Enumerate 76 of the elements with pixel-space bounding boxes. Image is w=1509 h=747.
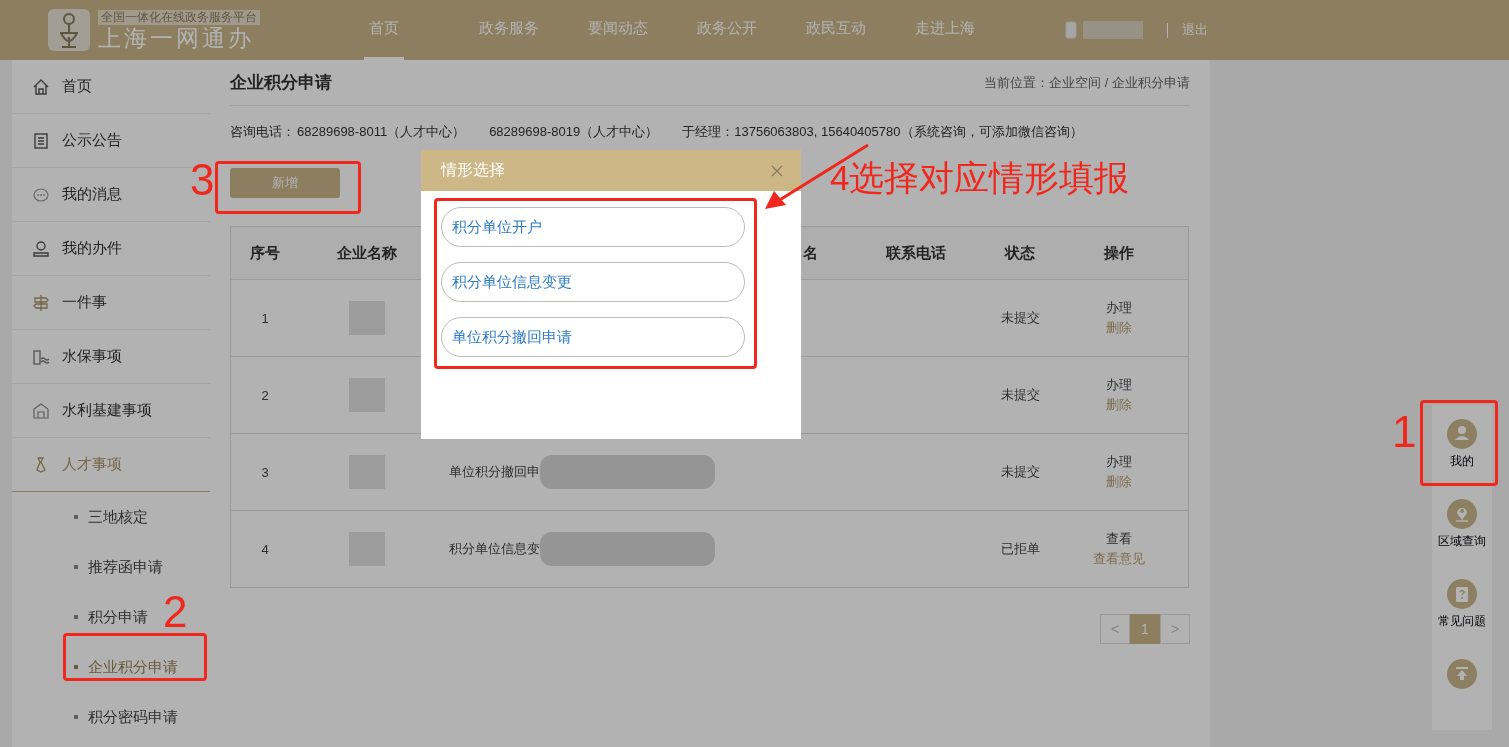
submenu-item[interactable]: 企业积分申请 [74, 642, 178, 692]
action-link[interactable]: 办理 [1106, 453, 1132, 471]
logo-icon [48, 9, 90, 51]
bullet-icon [74, 665, 78, 669]
back-to-top-icon[interactable] [1447, 659, 1477, 689]
table-cell-text: 未提交 [999, 309, 1041, 327]
contact-text: 咨询电话： [230, 123, 295, 141]
submenu-item[interactable]: 三地核定 [74, 492, 148, 542]
contact-text: 68289698-8019（人才中心） [489, 123, 659, 141]
table-cell: 积分单位信息变 [449, 540, 540, 558]
option-button[interactable]: 积分单位开户 [441, 207, 745, 247]
toolbar-button[interactable]: 常见问题 [1438, 579, 1486, 649]
table-cell-text: 3 [260, 464, 270, 480]
table-cell-text: 未提交 [999, 463, 1041, 481]
toolbar-button[interactable]: 我的 [1447, 419, 1477, 489]
bullet-icon [74, 715, 78, 719]
column-header: 操作 [1103, 243, 1135, 263]
bullet-icon [74, 565, 78, 569]
sidebar-item[interactable]: 我的办件 [62, 239, 122, 258]
page-title: 企业积分申请 [230, 72, 332, 94]
sidebar-item[interactable]: 水利基建事项 [62, 401, 152, 420]
option-button[interactable]: 单位积分撤回申请 [441, 317, 745, 357]
action-link[interactable]: 查看 [1106, 530, 1132, 548]
column-header: 序号 [249, 243, 281, 263]
person-icon [32, 239, 50, 258]
table-cell-text: 1 [260, 310, 270, 326]
phone-icon [1065, 21, 1077, 39]
toolbar-button[interactable]: 区域查询 [1438, 499, 1486, 569]
logo-subtitle: 全国一体化在线政务服务平台 [98, 9, 260, 25]
table-cell: 单位积分撤回申 [449, 463, 540, 481]
signpost-icon [32, 293, 50, 312]
chat-icon [32, 185, 50, 204]
blurred-name [1083, 21, 1143, 39]
annotation-label: 4选择对应情形填报 [830, 158, 1130, 198]
close-icon [771, 164, 783, 177]
dam-icon [32, 347, 50, 366]
sidebar-item[interactable]: 首页 [62, 77, 92, 96]
action-link[interactable]: 删除 [1106, 473, 1132, 491]
sidebar-item[interactable]: 人才事项 [62, 455, 122, 474]
table-cell-text: 未提交 [999, 386, 1041, 404]
sidebar-item[interactable]: 我的消息 [62, 185, 122, 204]
submenu-item[interactable]: 推荐函申请 [74, 542, 163, 592]
contact-text: 于经理：13756063803, 15640405780（系统咨询，可添加微信咨询） [682, 123, 1083, 141]
annotation-label: 1 [1392, 410, 1417, 454]
logo-title: 上海一网通办 [98, 24, 255, 51]
building-icon [32, 401, 50, 420]
breadcrumb: 当前位置：企业空间 / 企业积分申请 [984, 73, 1190, 92]
table-cell-text: 4 [260, 541, 270, 557]
table-cell-text: 2 [260, 387, 270, 403]
sidebar-item[interactable]: 一件事 [62, 293, 107, 312]
table-cell-text: 已拒单 [999, 540, 1041, 558]
annotation-label: 3 [190, 158, 215, 202]
annotation-label: 2 [163, 590, 188, 634]
sidebar-item[interactable]: 水保事项 [62, 347, 122, 366]
submenu-item[interactable]: 积分申请 [74, 592, 148, 642]
option-button[interactable]: 积分单位信息变更 [441, 262, 745, 302]
column-header: 状态 [1003, 243, 1036, 263]
dialog-title: 情形选择 [441, 160, 505, 180]
action-link[interactable]: 删除 [1106, 319, 1132, 337]
bullet-icon [74, 515, 78, 519]
action-link[interactable]: 办理 [1106, 299, 1132, 317]
sidebar-item[interactable]: 公示公告 [62, 131, 122, 150]
question-icon [1447, 579, 1477, 609]
action-link[interactable]: 删除 [1106, 396, 1132, 414]
column-header: 名 [802, 243, 818, 263]
action-link[interactable]: 查看意见 [1093, 550, 1145, 568]
person-icon [1447, 419, 1477, 449]
document-icon [32, 131, 50, 150]
column-header: 企业名称 [336, 243, 398, 263]
location-pin-icon [1447, 499, 1477, 529]
bullet-icon [74, 615, 78, 619]
action-link[interactable]: 办理 [1106, 376, 1132, 394]
contact-text: 68289698-8011（人才中心） [297, 123, 466, 141]
column-header: 联系电话 [885, 243, 947, 263]
home-icon [32, 77, 50, 96]
submenu-item[interactable]: 积分密码申请 [74, 692, 178, 742]
